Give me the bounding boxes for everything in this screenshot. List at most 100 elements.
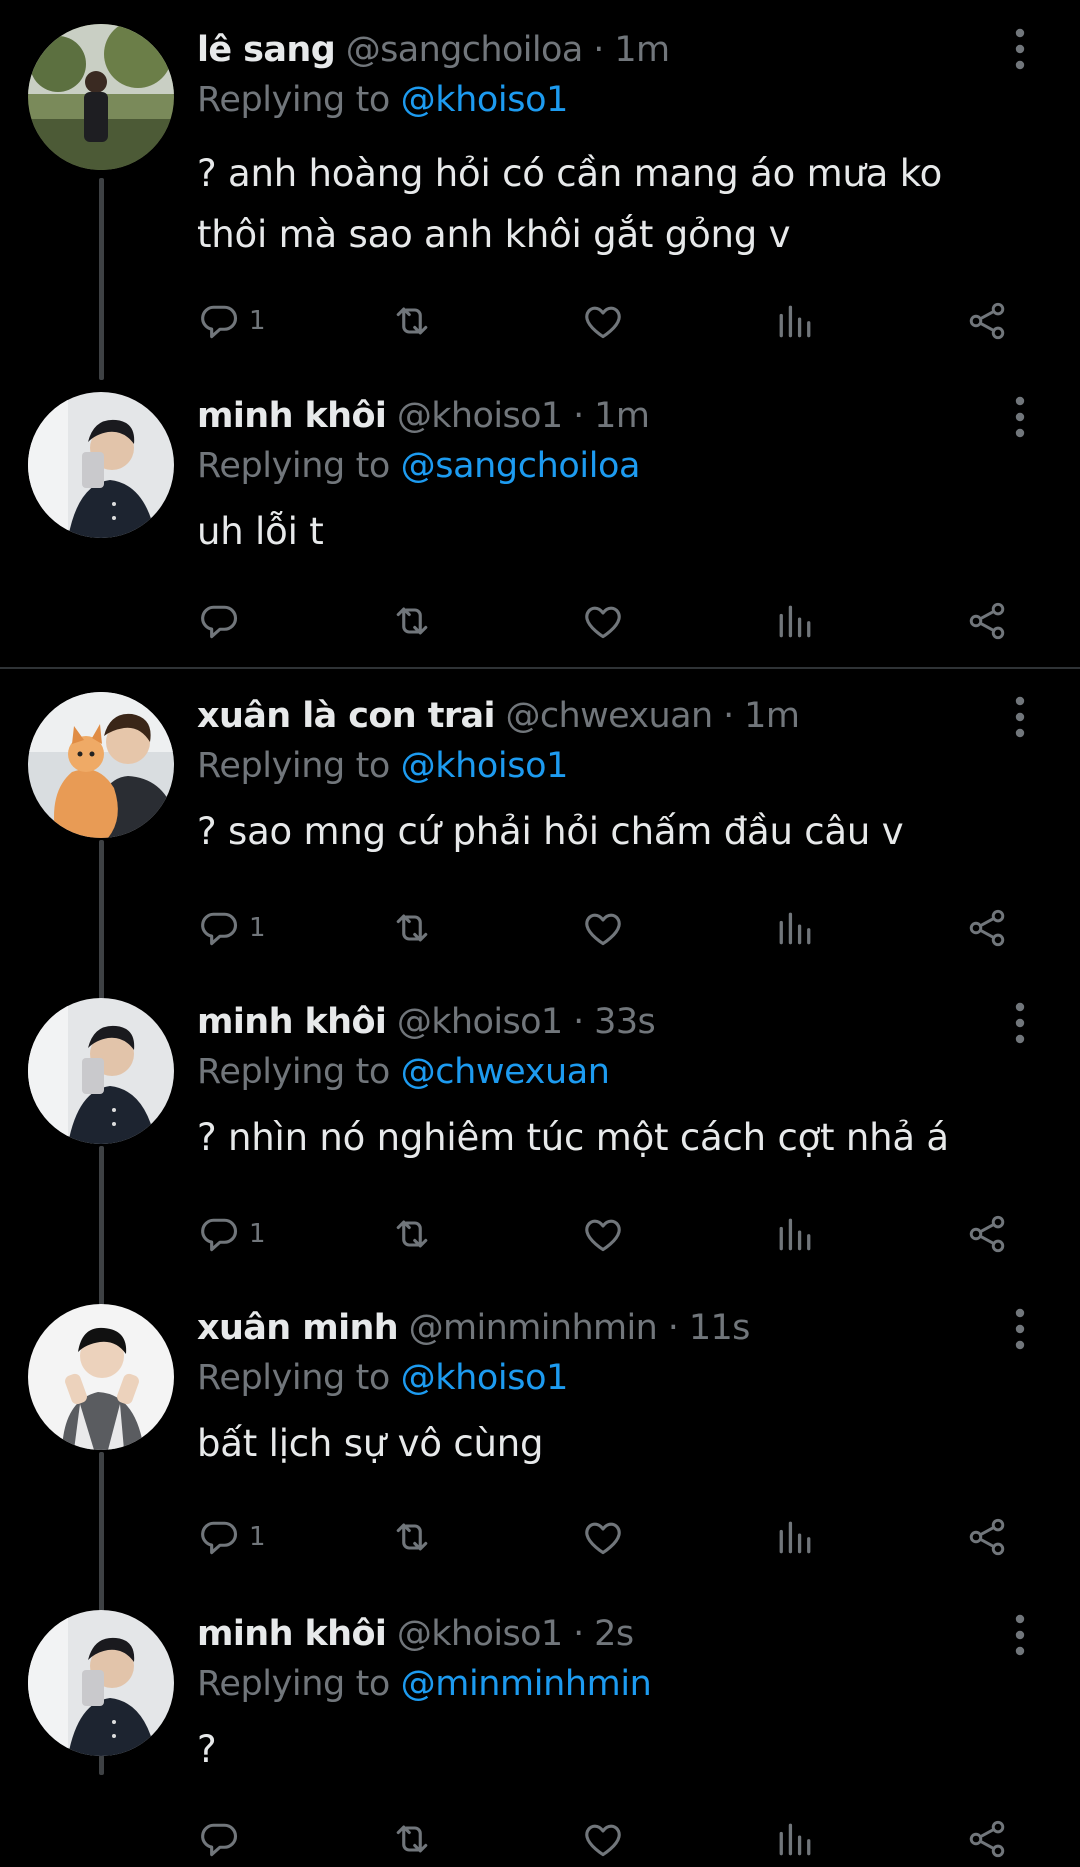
retweet-button[interactable] [389, 1814, 435, 1864]
more-options-button[interactable] [1008, 696, 1032, 738]
share-button[interactable] [965, 596, 1009, 646]
replying-to: Replying to @sangchoiloa [197, 444, 640, 488]
share-button[interactable] [965, 1209, 1009, 1259]
display-name[interactable]: xuân là con trai [197, 696, 496, 736]
retweet-button[interactable] [389, 903, 435, 953]
timestamp[interactable]: 1m [614, 30, 670, 70]
action-bar: 1 [197, 1512, 1017, 1562]
views-button[interactable] [773, 1512, 817, 1562]
reply-count: 1 [249, 913, 266, 943]
timestamp[interactable]: 2s [594, 1614, 634, 1654]
reply-icon [201, 1521, 237, 1555]
mention-link[interactable]: @sangchoiloa [401, 446, 641, 486]
user-handle[interactable]: @khoiso1 [397, 1614, 563, 1654]
user-handle[interactable]: @sangchoiloa [346, 30, 584, 70]
views-icon [779, 305, 811, 338]
retweet-icon [396, 1523, 428, 1551]
display-name[interactable]: xuân minh [197, 1308, 399, 1348]
retweet-button[interactable] [389, 1209, 435, 1259]
like-button[interactable] [581, 1814, 625, 1864]
action-bar [197, 1814, 1017, 1864]
user-handle[interactable]: @khoiso1 [397, 396, 563, 436]
action-bar: 1 [197, 903, 1017, 953]
share-button[interactable] [965, 296, 1009, 346]
reply-icon [201, 1218, 237, 1252]
like-button[interactable] [581, 1209, 625, 1259]
tweet-5[interactable]: xuân minh @minminhmin · 11s Replying to … [0, 1282, 1080, 1588]
separator-dot: · [573, 1614, 584, 1654]
user-handle[interactable]: @minminhmin [409, 1308, 658, 1348]
mention-link[interactable]: @khoiso1 [401, 746, 569, 786]
tweet-1[interactable]: lê sang @sangchoiloa · 1m Replying to @k… [0, 0, 1080, 370]
share-button[interactable] [965, 903, 1009, 953]
avatar[interactable] [28, 1304, 174, 1450]
views-button[interactable] [773, 596, 817, 646]
mention-link[interactable]: @khoiso1 [401, 80, 569, 120]
avatar[interactable] [28, 392, 174, 538]
more-options-button[interactable] [1008, 396, 1032, 438]
more-options-icon [1015, 696, 1025, 738]
timestamp[interactable]: 1m [594, 396, 650, 436]
avatar[interactable] [28, 24, 174, 170]
tweet-header: minh khôi @khoiso1 · 33s [197, 1000, 656, 1044]
views-button[interactable] [773, 903, 817, 953]
mention-link[interactable]: @chwexuan [401, 1052, 610, 1092]
views-button[interactable] [773, 296, 817, 346]
more-options-icon [1015, 1614, 1025, 1656]
reply-button[interactable] [197, 1814, 249, 1864]
timestamp[interactable]: 33s [594, 1002, 656, 1042]
tweet-3[interactable]: xuân là con trai @chwexuan · 1m Replying… [0, 670, 1080, 976]
display-name[interactable]: lê sang [197, 30, 336, 70]
share-button[interactable] [965, 1814, 1009, 1864]
reply-button[interactable]: 1 [197, 1209, 266, 1259]
tweet-2[interactable]: minh khôi @khoiso1 · 1m Replying to @san… [0, 370, 1080, 668]
share-icon [969, 1518, 1005, 1556]
reply-button[interactable]: 1 [197, 296, 266, 346]
share-button[interactable] [965, 1512, 1009, 1562]
share-icon [969, 1820, 1005, 1858]
more-options-icon [1015, 1308, 1025, 1350]
mention-link[interactable]: @minminhmin [401, 1664, 652, 1704]
tweet-header: minh khôi @khoiso1 · 2s [197, 1612, 634, 1656]
tweet-text: bất lịch sự vô cùng [197, 1422, 544, 1465]
more-options-button[interactable] [1008, 28, 1032, 70]
tweet-6[interactable]: minh khôi @khoiso1 · 2s Replying to @min… [0, 1588, 1080, 1867]
share-icon [969, 1215, 1005, 1253]
like-button[interactable] [581, 1512, 625, 1562]
avatar[interactable] [28, 998, 174, 1144]
user-handle[interactable]: @khoiso1 [397, 1002, 563, 1042]
user-handle[interactable]: @chwexuan [505, 696, 713, 736]
display-name[interactable]: minh khôi [197, 1002, 387, 1042]
more-options-icon [1015, 28, 1025, 70]
like-button[interactable] [581, 596, 625, 646]
avatar[interactable] [28, 1610, 174, 1756]
timestamp[interactable]: 1m [744, 696, 800, 736]
reply-icon [201, 305, 237, 339]
retweet-button[interactable] [389, 296, 435, 346]
like-button[interactable] [581, 903, 625, 953]
like-icon [585, 1522, 621, 1555]
retweet-button[interactable] [389, 1512, 435, 1562]
replying-to: Replying to @khoiso1 [197, 1356, 568, 1400]
timestamp[interactable]: 11s [689, 1308, 751, 1348]
action-bar [197, 596, 1017, 646]
display-name[interactable]: minh khôi [197, 396, 387, 436]
like-button[interactable] [581, 296, 625, 346]
reply-button[interactable]: 1 [197, 903, 266, 953]
more-options-button[interactable] [1008, 1002, 1032, 1044]
replying-to-label: Replying to [197, 746, 390, 786]
views-button[interactable] [773, 1209, 817, 1259]
reply-button[interactable] [197, 596, 249, 646]
share-icon [969, 302, 1005, 340]
reply-button[interactable]: 1 [197, 1512, 266, 1562]
avatar-photo [28, 24, 174, 170]
like-icon [585, 606, 621, 639]
more-options-button[interactable] [1008, 1614, 1032, 1656]
display-name[interactable]: minh khôi [197, 1614, 387, 1654]
avatar[interactable] [28, 692, 174, 838]
views-button[interactable] [773, 1814, 817, 1864]
retweet-button[interactable] [389, 596, 435, 646]
mention-link[interactable]: @khoiso1 [401, 1358, 569, 1398]
more-options-button[interactable] [1008, 1308, 1032, 1350]
tweet-4[interactable]: minh khôi @khoiso1 · 33s Replying to @ch… [0, 976, 1080, 1282]
